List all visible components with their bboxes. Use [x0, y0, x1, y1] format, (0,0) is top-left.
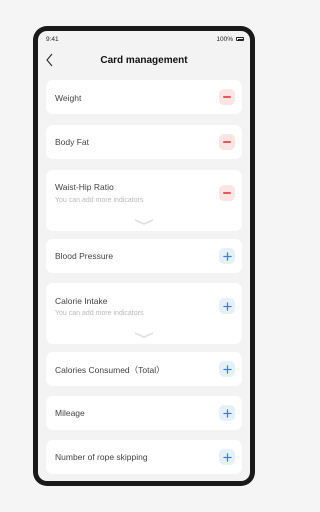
status-bar: 9:41 100%: [38, 31, 250, 47]
card-label: Body Fat: [55, 137, 90, 147]
status-time: 9:41: [46, 36, 59, 43]
card-label: Waist-Hip Ratio: [55, 182, 114, 192]
remove-button[interactable]: [219, 134, 235, 150]
chevron-down-icon[interactable]: [133, 331, 155, 339]
card-weight: Weight: [46, 80, 242, 114]
card-waist-hip-ratio: Waist-Hip Ratio You can add more indicat…: [46, 170, 242, 231]
card-rope-skipping: Number of rope skipping: [46, 440, 242, 474]
plus-icon: [222, 251, 232, 261]
card-calories-consumed: Calories Consumed（Total）: [46, 352, 242, 386]
plus-icon: [222, 301, 232, 311]
plus-icon: [222, 452, 232, 462]
card-mileage: Mileage: [46, 396, 242, 430]
card-label: Number of rope skipping: [55, 452, 148, 462]
add-button[interactable]: [219, 298, 235, 314]
card-body-fat: Body Fat: [46, 125, 242, 159]
card-subtitle: You can add more indicators: [55, 197, 144, 204]
chevron-down-icon[interactable]: [133, 218, 155, 226]
remove-button[interactable]: [219, 185, 235, 201]
card-subtitle: You can add more indicators: [55, 310, 144, 317]
header: Card management: [38, 49, 250, 73]
add-button[interactable]: [219, 248, 235, 264]
add-button[interactable]: [219, 405, 235, 421]
card-label: Mileage: [55, 408, 85, 418]
battery-percent: 100%: [216, 36, 233, 43]
card-calorie-intake: Calorie Intake You can add more indicato…: [46, 283, 242, 344]
card-label: Weight: [55, 93, 82, 103]
card-label: Calories Consumed（Total）: [55, 365, 165, 375]
plus-icon: [222, 408, 232, 418]
add-button[interactable]: [219, 449, 235, 465]
card-label: Calorie Intake: [55, 296, 108, 306]
card-blood-pressure: Blood Pressure: [46, 239, 242, 273]
page-title: Card management: [100, 55, 188, 66]
plus-icon: [222, 364, 232, 374]
add-button[interactable]: [219, 361, 235, 377]
card-label: Blood Pressure: [55, 251, 114, 261]
app-screen: 9:41 100% Card management Weight Body Fa…: [38, 31, 250, 481]
remove-button[interactable]: [219, 89, 235, 105]
battery-icon: [236, 37, 244, 41]
